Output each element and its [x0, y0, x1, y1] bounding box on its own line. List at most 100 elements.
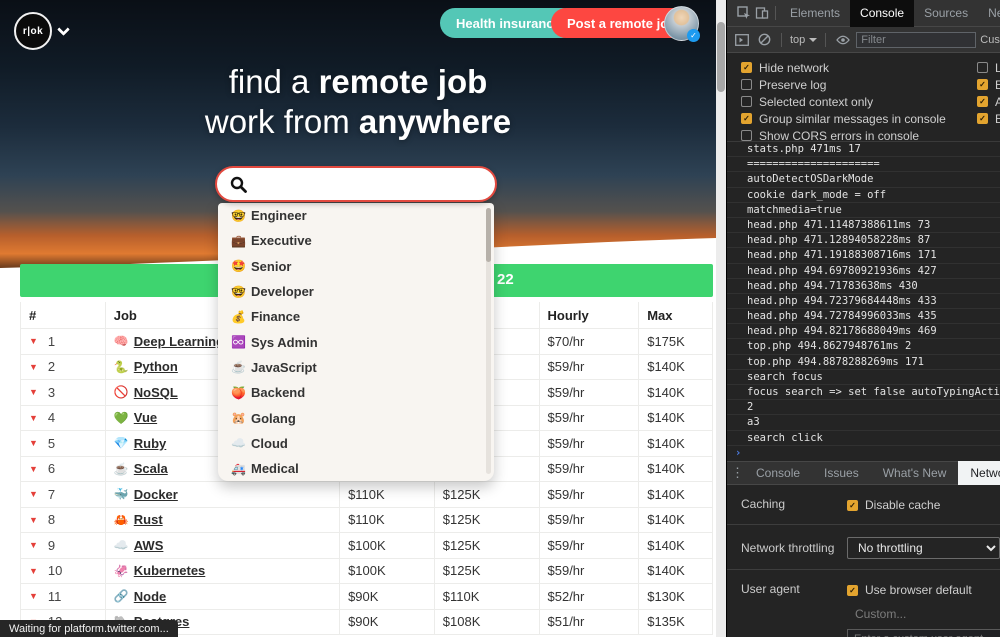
rank-number: 3: [47, 384, 56, 400]
disable-cache-checkbox[interactable]: ✓ Disable cache: [847, 497, 940, 514]
console-prompt[interactable]: ›: [727, 446, 1000, 461]
checkbox-icon: ✓: [977, 113, 988, 124]
suggestion-sys-admin[interactable]: ♾️ Sys Admin: [218, 329, 494, 354]
search-input[interactable]: [247, 171, 495, 197]
console-messages: stats.php 471ms 17 ===================== a…: [727, 142, 1000, 461]
drawer-tab-what-s-new[interactable]: What's New: [871, 461, 959, 485]
suggestion-label: Cloud: [251, 435, 288, 451]
console-setting-eag[interactable]: ✓ Eag: [977, 76, 1000, 93]
job-link-rust[interactable]: Rust: [134, 512, 163, 527]
drawer-tab-console[interactable]: Console: [744, 461, 812, 485]
suggestion-developer[interactable]: 🤓 Developer: [218, 279, 494, 304]
execution-context-selector[interactable]: top: [790, 34, 818, 46]
devtools-tab-sources[interactable]: Sources: [914, 0, 978, 27]
dropdown-scrollbar-thumb[interactable]: [486, 208, 491, 262]
suggestion-senior[interactable]: 🤩 Senior: [218, 254, 494, 279]
console-log-line: 2: [727, 400, 1000, 416]
hourly-cell: $52/hr: [540, 584, 640, 609]
console-setting-selected-context-only[interactable]: Selected context only: [741, 93, 873, 110]
crab-emoji: 🦀: [113, 512, 129, 527]
search-suggestions-dropdown: 🤓 Engineer 💼 Executive 🤩 Senior 🤓 Developer 💰 Fin…: [218, 203, 494, 481]
drawer-tab-issues[interactable]: Issues: [812, 461, 871, 485]
console-log-line: head.php 471.11487388611ms 73: [727, 218, 1000, 234]
job-link-scala[interactable]: Scala: [134, 461, 168, 476]
max-cell: $135K: [647, 614, 685, 630]
user-agent-row: User agent ✓ Use browser default Custom.…: [727, 570, 1000, 637]
console-setting-log[interactable]: Log: [977, 59, 1000, 76]
rank-down-triangle-icon: ▼: [29, 540, 38, 551]
job-link-kubernetes[interactable]: Kubernetes: [134, 563, 206, 578]
max-cell: $175K: [647, 333, 685, 349]
live-expression-eye-icon[interactable]: [834, 31, 852, 49]
hourly-cell: $59/hr: [540, 431, 640, 456]
money-bag-emoji: 💰: [231, 309, 246, 324]
suggestion-label: Executive: [251, 233, 312, 249]
console-setting-group-similar-messages-in-console[interactable]: ✓ Group similar messages in console: [741, 110, 946, 127]
rank-cell: ▼ 8: [21, 507, 106, 532]
divider: [775, 6, 776, 20]
custom-ua-dropdown-disabled: Custom...: [855, 606, 907, 621]
hourly-cell: $59/hr: [540, 405, 640, 430]
suggestion-executive[interactable]: 💼 Executive: [218, 228, 494, 253]
divider: [825, 32, 827, 47]
custom-user-agent-input[interactable]: [847, 628, 1000, 637]
console-setting-preserve-log[interactable]: Preserve log: [741, 76, 826, 93]
job-link-aws[interactable]: AWS: [134, 538, 164, 553]
hourly-cell: $51/hr: [540, 609, 640, 634]
nerd-face-emoji: 🤓: [231, 208, 246, 223]
custom-levels-dropdown[interactable]: Custom le: [980, 34, 1000, 46]
network-throttling-row: Network throttling No throttling: [727, 525, 1000, 569]
suggestion-javascript[interactable]: ☕ JavaScript: [218, 355, 494, 380]
throttling-select[interactable]: No throttling: [847, 536, 1000, 559]
hero-line-1: find a remote job: [228, 63, 488, 100]
drawer-tab-network-conditions[interactable]: Network conditions: [958, 460, 1000, 485]
job-link-python[interactable]: Python: [134, 359, 178, 374]
suggestion-golang[interactable]: 🐹 Golang: [218, 405, 494, 430]
rank-number: 4: [47, 410, 56, 426]
job-link-deep-learning[interactable]: Deep Learning: [134, 334, 224, 349]
job-link-node[interactable]: Node: [134, 589, 167, 604]
use-browser-default-checkbox[interactable]: ✓ Use browser default: [847, 582, 1000, 599]
salary-col4-cell: $125K: [435, 558, 540, 583]
suggestion-engineer[interactable]: 🤓 Engineer: [218, 203, 494, 228]
console-setting-hide-network[interactable]: ✓ Hide network: [741, 59, 829, 76]
suggestion-finance[interactable]: 💰 Finance: [218, 304, 494, 329]
job-cell: 🐳 Docker: [106, 482, 341, 507]
site-logo-menu[interactable]: r|ok: [14, 12, 70, 50]
device-toolbar-icon[interactable]: [753, 4, 771, 22]
devtools-tab-elements[interactable]: Elements: [780, 0, 850, 27]
console-log-line: head.php 494.72379684448ms 433: [727, 294, 1000, 310]
devtools-tab-console[interactable]: Console: [850, 0, 915, 27]
console-filter-input[interactable]: [856, 31, 977, 48]
console-sidebar-toggle-icon[interactable]: [733, 31, 751, 49]
suggestion-backend[interactable]: 🍑 Backend: [218, 380, 494, 405]
rank-number: 2: [47, 359, 56, 375]
job-link-vue[interactable]: Vue: [134, 410, 157, 425]
devtools-tab-network[interactable]: Network: [978, 0, 1000, 27]
suggestion-medical[interactable]: 🚑 Medical: [218, 456, 494, 481]
page-scrollbar-thumb[interactable]: [717, 22, 725, 92]
clear-console-icon[interactable]: [755, 31, 773, 49]
console-setting-eva[interactable]: ✓ Eva: [977, 110, 1000, 127]
hourly-cell: $70/hr: [540, 329, 640, 354]
console-setting-aut[interactable]: ✓ Aut: [977, 93, 1000, 110]
max-cell: $140K: [647, 410, 685, 426]
salary-col3-cell: $90K: [340, 609, 435, 634]
job-link-ruby[interactable]: Ruby: [134, 436, 167, 451]
user-avatar[interactable]: ✓: [664, 6, 700, 42]
drawer-menu-icon[interactable]: ⋮: [731, 465, 744, 481]
console-log-line: head.php 494.72784996033ms 435: [727, 309, 1000, 325]
inspect-element-icon[interactable]: [735, 4, 753, 22]
job-link-docker[interactable]: Docker: [134, 487, 178, 502]
setting-label: Group similar messages in console: [759, 111, 946, 126]
job-link-nosql[interactable]: NoSQL: [134, 385, 178, 400]
console-toolbar: top Custom le: [727, 27, 1000, 53]
snake-emoji: 🐍: [113, 359, 129, 374]
page-scrollbar-track[interactable]: [716, 0, 726, 637]
hourly-cell: $59/hr: [540, 533, 640, 558]
suggestion-cloud[interactable]: ☁️ Cloud: [218, 431, 494, 456]
salary-col3-cell: $90K: [340, 584, 435, 609]
rank-number: 1: [47, 333, 56, 349]
console-setting-show-cors-errors-in-console[interactable]: Show CORS errors in console: [741, 127, 919, 144]
coffee-emoji: ☕: [113, 461, 129, 476]
